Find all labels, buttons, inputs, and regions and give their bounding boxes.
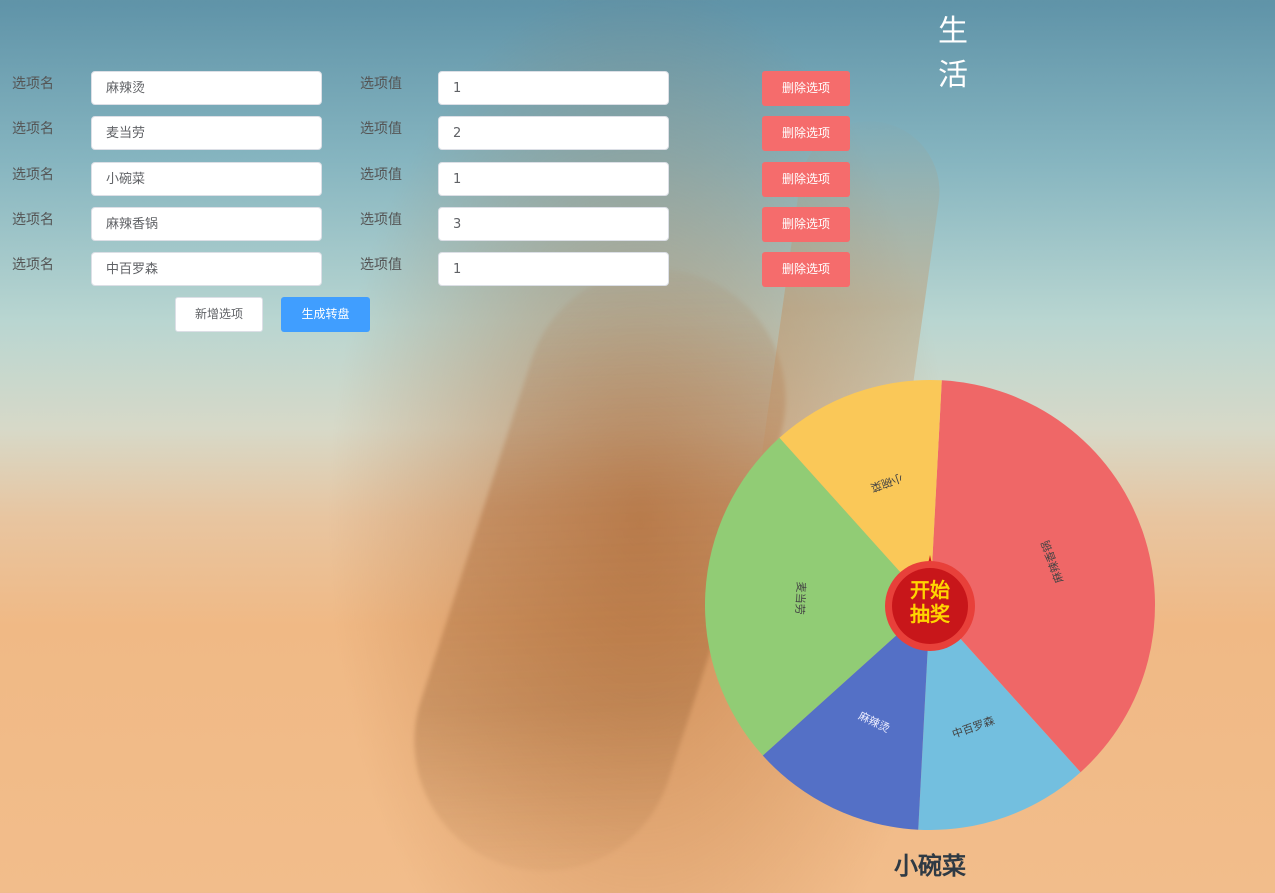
generate-wheel-button[interactable]: 生成转盘 [281,297,370,332]
option-value-label: 选项值 [360,167,402,183]
start-button-core [892,568,968,644]
delete-option-button[interactable]: 删除选项 [762,116,850,151]
option-name-input[interactable]: 中百罗森 [91,252,322,286]
option-row: 选项名 小碗菜 选项值 1 删除选项 [0,162,870,198]
delete-option-button[interactable]: 删除选项 [762,162,850,197]
option-name-input[interactable]: 麻辣烫 [91,71,322,105]
option-value-label: 选项值 [360,121,402,137]
option-value-input[interactable]: 3 [438,207,669,241]
delete-option-button[interactable]: 删除选项 [762,252,850,287]
wheel-slice-label: 麦当劳 [793,581,809,615]
option-value-input[interactable]: 1 [438,71,669,105]
option-value-input[interactable]: 1 [438,162,669,196]
add-option-button[interactable]: 新增选项 [175,297,263,332]
option-name-label: 选项名 [12,167,54,183]
option-row: 选项名 中百罗森 选项值 1 删除选项 [0,252,870,288]
delete-option-button[interactable]: 删除选项 [762,71,850,106]
option-value-label: 选项值 [360,212,402,228]
option-value-input[interactable]: 1 [438,252,669,286]
option-name-label: 选项名 [12,212,54,228]
option-name-input[interactable]: 小碗菜 [91,162,322,196]
option-name-label: 选项名 [12,257,54,273]
option-name-input[interactable]: 麻辣香锅 [91,207,322,241]
start-draw-button[interactable] [883,555,977,651]
option-value-label: 选项值 [360,76,402,92]
option-row: 选项名 麻辣香锅 选项值 3 删除选项 [0,207,870,243]
option-value-label: 选项值 [360,257,402,273]
option-name-label: 选项名 [12,76,54,92]
option-row: 选项名 麦当劳 选项值 2 删除选项 [0,116,870,152]
draw-result: 小碗菜 [894,852,966,880]
option-name-label: 选项名 [12,121,54,137]
page-title: 生 活 [938,14,1046,93]
delete-option-button[interactable]: 删除选项 [762,207,850,242]
option-value-input[interactable]: 2 [438,116,669,150]
option-row: 选项名 麻辣烫 选项值 1 删除选项 [0,71,870,107]
option-name-input[interactable]: 麦当劳 [91,116,322,150]
prize-wheel: 麻辣香锅 中百罗森 麻辣烫 麦当劳 小碗菜 开始 抽奖 [700,375,1160,835]
